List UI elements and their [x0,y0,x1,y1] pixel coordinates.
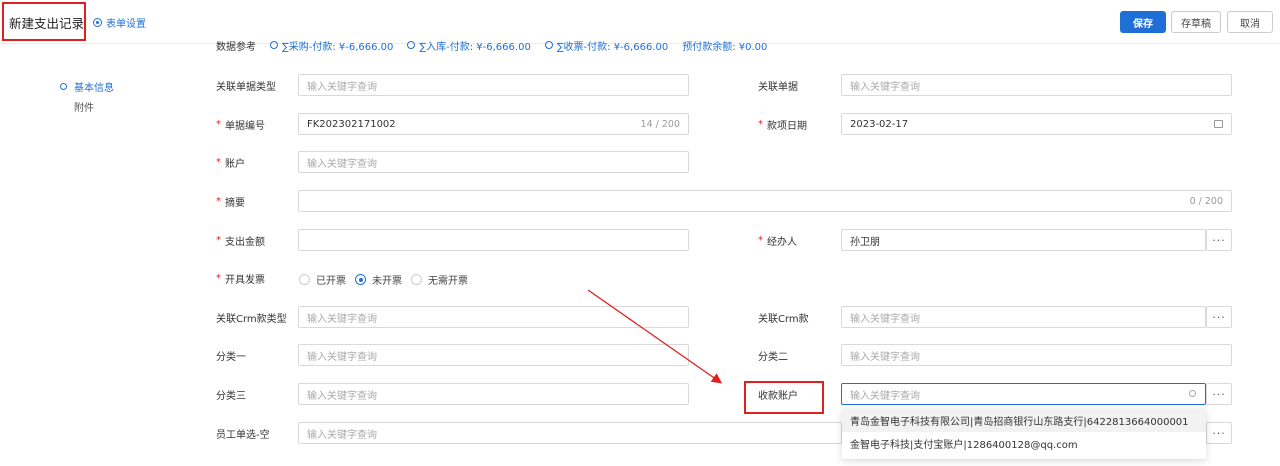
dropdown-option[interactable]: 青岛金智电子科技有限公司|青岛招商银行山东路支行|642281366400000… [842,409,1206,432]
save-draft-button[interactable]: 存草稿 [1171,11,1221,33]
crm-type-label: 关联Crm款类型 [216,313,287,325]
radio-circle-icon [411,274,422,285]
category-two-label: 分类二 [758,351,788,363]
nav-item-attachments[interactable]: 附件 [60,98,114,114]
invoice-radio-not-issued[interactable]: 未开票 [355,272,402,287]
invoice-radio-issued[interactable]: 已开票 [299,272,346,287]
crm-more-button[interactable]: ··· [1206,306,1232,328]
page-title: 新建支出记录 [9,16,85,31]
amount-input[interactable] [298,229,689,251]
doc-no-input[interactable]: FK202302171002 14 / 200 [298,113,689,135]
form-settings-label: 表单设置 [106,19,146,30]
search-icon [1189,390,1196,397]
char-counter: 14 / 200 [640,118,680,130]
nav-item-basic-info[interactable]: 基本信息 [60,78,114,94]
form-settings-link[interactable]: 表单设置 [93,15,146,30]
category-one-input[interactable]: 输入关键字查询 [298,344,689,366]
gear-icon [93,18,102,27]
crm-input[interactable]: 输入关键字查询 [841,306,1206,328]
handler-label: * 经办人 [758,234,797,248]
char-counter: 0 / 200 [1189,195,1223,207]
dropdown-option[interactable]: 金智电子科技|支付宝账户|1286400128@qq.com [842,432,1206,455]
amount-label: * 支出金额 [216,234,265,248]
calendar-icon [1214,120,1223,128]
clock-icon [407,41,416,49]
crm-label: 关联Crm款 [758,313,809,325]
related-doc-input[interactable]: 输入关键字查询 [841,74,1232,96]
receiving-account-input[interactable]: 输入关键字查询 [841,383,1206,405]
data-reference: 数据参考 ∑采购-付款: ¥-6,666.00 ∑入库-付款: ¥-6,666.… [216,38,767,52]
payment-date-input[interactable]: 2023-02-17 [841,113,1232,135]
clock-icon [270,41,278,49]
prepaid-balance: 预付款余额: ¥0.00 [682,41,768,53]
save-button[interactable]: 保存 [1120,11,1166,33]
category-three-label: 分类三 [216,390,246,402]
handler-more-button[interactable]: ··· [1206,229,1232,251]
doc-no-label: * 单据编号 [216,118,265,132]
employee-more-button[interactable]: ··· [1206,422,1232,444]
category-one-label: 分类一 [216,351,246,363]
reference-item[interactable]: ∑入库-付款: ¥-6,666.00 [407,38,531,52]
invoice-label: * 开具发票 [216,272,265,286]
radio-checked-icon [355,274,366,285]
invoice-radio-not-required[interactable]: 无需开票 [411,272,468,287]
related-doc-type-input[interactable]: 输入关键字查询 [298,74,689,96]
payment-date-label: * 款项日期 [758,118,807,132]
reference-item[interactable]: ∑采购-付款: ¥-6,666.00 [270,38,393,52]
side-nav: 基本信息 附件 [60,78,114,118]
reference-label: 数据参考 [216,42,256,52]
employee-input[interactable]: 输入关键字查询 [298,422,842,444]
radio-circle-icon [299,274,310,285]
related-doc-label: 关联单据 [758,81,798,93]
receiving-account-label: 收款账户 [758,390,798,402]
crm-type-input[interactable]: 输入关键字查询 [298,306,689,328]
receiving-account-dropdown: 青岛金智电子科技有限公司|青岛招商银行山东路支行|642281366400000… [842,409,1206,459]
nav-active-dot-icon [60,82,67,90]
clock-icon [544,41,553,49]
summary-label: * 摘要 [216,195,245,209]
category-two-input[interactable]: 输入关键字查询 [841,344,1232,366]
account-label: * 账户 [216,156,245,170]
cancel-button[interactable]: 取消 [1227,11,1273,33]
summary-input[interactable]: 0 / 200 [298,190,1232,212]
employee-label: 员工单选-空 [216,429,270,441]
category-three-input[interactable]: 输入关键字查询 [298,383,689,405]
related-doc-type-label: 关联单据类型 [216,81,276,93]
receiving-account-more-button[interactable]: ··· [1206,383,1232,405]
account-input[interactable]: 输入关键字查询 [298,151,689,173]
reference-item[interactable]: ∑收票-付款: ¥-6,666.00 [544,38,668,52]
nav-item-label: 附件 [74,102,94,114]
nav-item-label: 基本信息 [74,82,114,94]
handler-input[interactable]: 孙卫朋 [841,229,1206,251]
